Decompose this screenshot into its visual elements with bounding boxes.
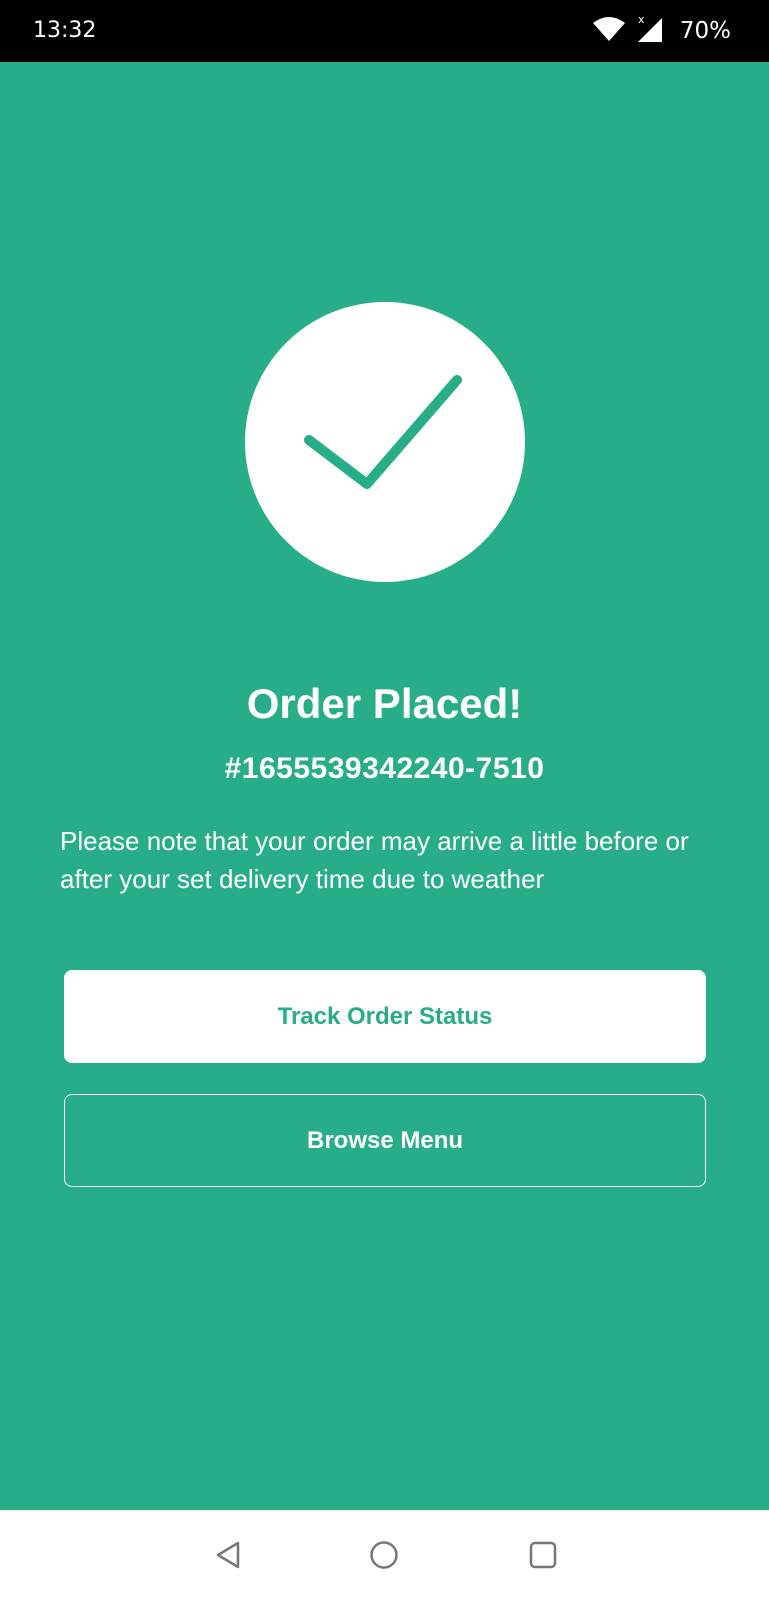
recents-icon bbox=[529, 1541, 557, 1569]
recents-button[interactable] bbox=[521, 1533, 565, 1577]
success-badge bbox=[245, 302, 525, 582]
page-title: Order Placed! bbox=[246, 680, 523, 727]
back-button[interactable] bbox=[206, 1533, 250, 1577]
status-time: 13:32 bbox=[33, 18, 97, 43]
navigation-bar bbox=[0, 1510, 769, 1600]
back-icon bbox=[216, 1541, 240, 1569]
delivery-note: Please note that your order may arrive a… bbox=[60, 826, 689, 894]
battery-level: 70% bbox=[679, 18, 731, 44]
browse-menu-label: Browse Menu bbox=[306, 1126, 464, 1154]
signal-icon: x bbox=[636, 13, 664, 49]
home-icon bbox=[370, 1541, 398, 1569]
track-order-label: Track Order Status bbox=[277, 1002, 493, 1030]
svg-text:x: x bbox=[638, 14, 645, 26]
status-bar: 13:32 x 70% bbox=[0, 0, 769, 62]
track-order-button[interactable]: Track Order Status bbox=[64, 970, 706, 1063]
order-number: #1655539342240-7510 bbox=[224, 752, 545, 785]
check-icon bbox=[304, 375, 462, 489]
order-confirmation-screen: Order Placed! #1655539342240-7510 Please… bbox=[0, 62, 769, 1510]
home-button[interactable] bbox=[362, 1533, 406, 1577]
wifi-icon bbox=[592, 16, 626, 47]
browse-menu-button[interactable]: Browse Menu bbox=[64, 1094, 706, 1187]
status-icons: x 70% bbox=[592, 13, 731, 49]
